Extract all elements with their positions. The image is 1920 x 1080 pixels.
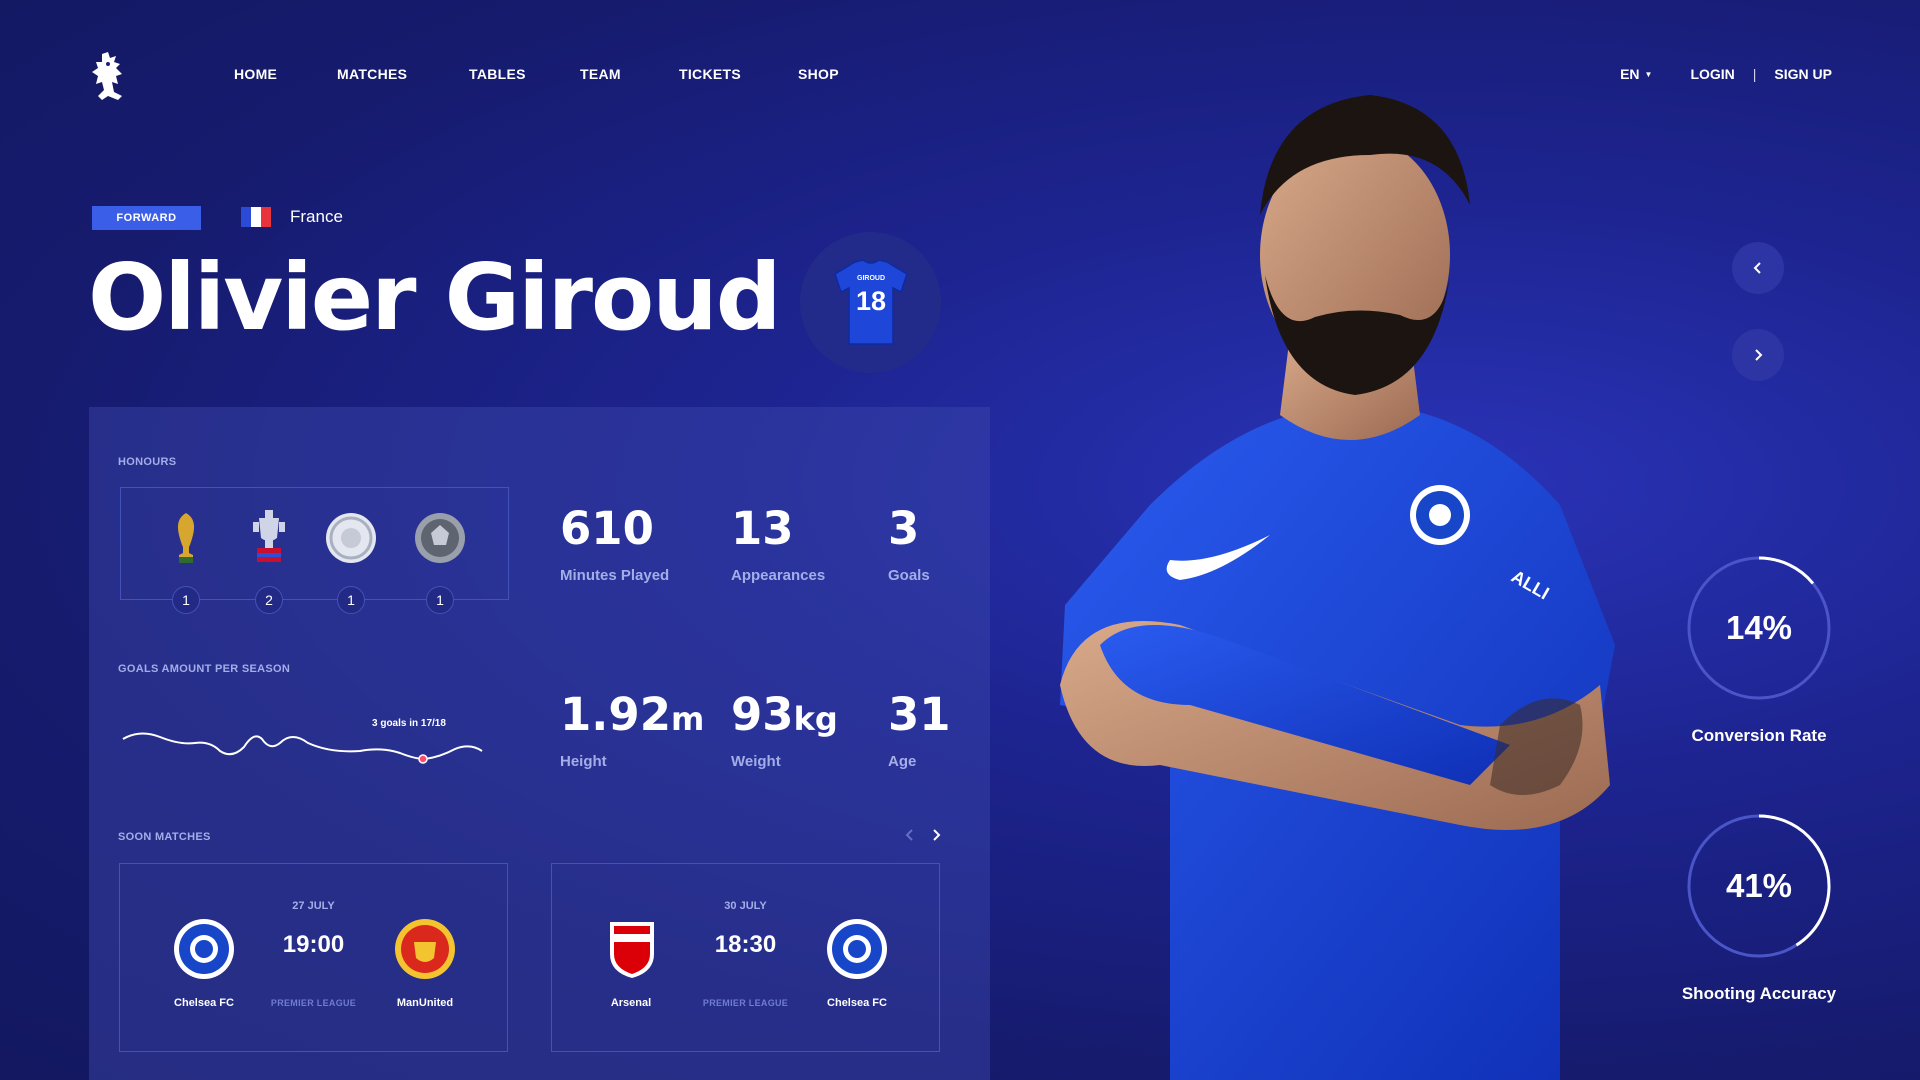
appearances-label: Appearances [731,567,826,584]
weight-unit: kg [793,700,838,738]
minutes-played-stat: 610 Minutes Played [560,506,669,584]
league-medal-count: 1 [426,586,454,614]
age-stat: 31 Age [888,692,951,770]
jersey-badge: GIROUD 18 [800,232,941,373]
language-selector[interactable]: EN ▼ [1620,66,1652,82]
player-photo: ALLI [1060,95,1615,1080]
goals-line [122,732,483,761]
honours-box: 1 2 1 1 [120,487,509,614]
minutes-played-value: 610 [560,502,654,555]
appearances-stat: 13 Appearances [731,506,825,584]
fa-cup-trophy-icon [239,508,299,568]
main-nav: HOME MATCHES TABLES TEAM TICKETS SHOP [234,66,858,82]
goals-value: 3 [888,502,920,555]
nav-tickets[interactable]: TICKETS [679,66,798,82]
height-unit: m [671,700,705,738]
match-date: 27 JULY [292,900,335,912]
caret-down-icon: ▼ [1644,69,1653,79]
fa-cup-count: 2 [255,586,283,614]
match-card[interactable]: 27 JULY 19:00 PREMIER LEAGUE Chelsea FC … [119,863,508,1052]
matches-next-button[interactable] [931,827,941,847]
age-label: Age [888,753,917,770]
player-country: France [241,207,343,227]
signup-link[interactable]: SIGN UP [1774,66,1832,82]
shooting-accuracy-label: Shooting Accuracy [1681,984,1837,1003]
away-team-name: Chelsea FC [827,997,887,1009]
weight-stat: 93kg Weight [731,692,838,770]
height-value: 1.92m [560,688,705,741]
nav-shop[interactable]: SHOP [798,66,858,82]
goals-highlight-point [418,754,428,764]
player-name: Olivier Giroud [88,244,782,351]
minutes-played-label: Minutes Played [560,567,670,584]
country-name: France [290,207,343,226]
chevron-right-icon [1755,349,1763,361]
chelsea-crest-icon [824,916,890,982]
away-team-name: ManUnited [396,997,454,1009]
match-date: 30 JULY [724,900,767,912]
jersey-number: 18 [855,286,885,316]
weight-value: 93kg [731,688,838,741]
previous-player-button[interactable] [1732,242,1784,294]
nav-tables[interactable]: TABLES [469,66,580,82]
chelsea-logo-icon[interactable] [88,50,132,104]
conversion-rate-value: 14% [1725,609,1793,646]
account-nav: EN ▼ LOGIN | SIGN UP [1620,66,1832,82]
nav-home[interactable]: HOME [234,66,337,82]
goals-stat: 3 Goals [888,506,930,584]
position-badge: FORWARD [92,206,201,230]
goals-chart-note: 3 goals in 17/18 [372,718,446,729]
home-team-name: Chelsea FC [174,997,234,1009]
jersey-icon: GIROUD 18 [833,258,908,345]
jersey-name: GIROUD [857,275,885,282]
height-stat: 1.92m Height [560,692,704,770]
nav-separator: | [1752,66,1757,82]
nav-matches[interactable]: MATCHES [337,66,469,82]
login-link[interactable]: LOGIN [1690,66,1734,82]
matches-prev-button[interactable] [905,827,915,847]
chevron-left-icon [1753,262,1761,274]
next-player-button[interactable] [1732,329,1784,381]
player-stats-panel: HONOURS 1 2 1 1 610 Minutes Played 13 Ap… [89,407,990,1080]
community-shield-icon [321,508,381,568]
goals-label: Goals [888,567,930,584]
weight-label: Weight [731,753,781,770]
language-label: EN [1620,66,1640,82]
league-medal-icon [410,508,470,568]
match-card[interactable]: 30 JULY 18:30 PREMIER LEAGUE Arsenal Che… [551,863,940,1052]
home-team-name: Arsenal [610,997,652,1009]
nav-team[interactable]: TEAM [580,66,679,82]
chevron-right-icon [933,829,941,841]
appearances-value: 13 [731,502,794,555]
goals-per-season-heading: GOALS AMOUNT PER SEASON [118,663,291,675]
soon-matches-heading: SOON MATCHES [118,831,211,843]
community-shield-count: 1 [337,586,365,614]
france-flag-icon [241,207,271,227]
shooting-accuracy-value: 41% [1725,867,1793,904]
manunited-crest-icon [392,916,458,982]
conversion-rate-label: Conversion Rate [1691,726,1827,745]
world-cup-trophy-icon [156,508,216,568]
honours-heading: HONOURS [118,456,177,468]
world-cup-count: 1 [172,586,200,614]
height-label: Height [560,753,607,770]
matches-pager [905,827,941,847]
chevron-left-icon [905,829,913,841]
age-value: 31 [888,688,951,741]
